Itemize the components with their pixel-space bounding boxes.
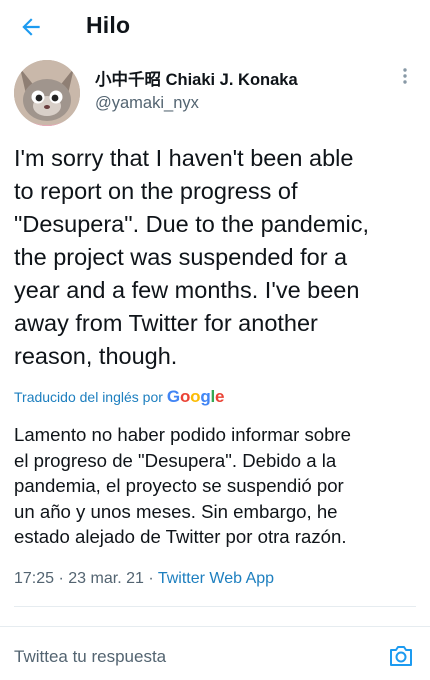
author-name[interactable]: 小中千昭 Chiaki J. Konaka <box>95 66 298 90</box>
tweet-source-link[interactable]: Twitter Web App <box>158 570 274 587</box>
translated-label: Traducido del inglés por <box>14 389 163 405</box>
page-title: Hilo <box>86 12 131 38</box>
meta-separator: · <box>148 570 158 587</box>
tweet-time[interactable]: 17:25 <box>14 570 54 587</box>
tweet-text: I'm sorry that I haven't been able to re… <box>14 145 370 369</box>
divider <box>0 626 430 627</box>
tweet-date[interactable]: 23 mar. 21 <box>68 570 144 587</box>
avatar-image <box>14 60 80 126</box>
tweet-metadata: 17:25 · 23 mar. 21 · Twitter Web App <box>14 570 274 588</box>
translation-attribution: Traducido del inglés por Google <box>14 386 225 408</box>
meta-separator: · <box>58 570 69 587</box>
arrow-left-icon[interactable] <box>18 14 44 40</box>
tweet-translation: Lamento no haber podido informar sobre e… <box>14 424 351 547</box>
divider <box>14 606 416 607</box>
google-logo[interactable]: Google <box>167 387 225 407</box>
more-options-icon[interactable] <box>398 66 412 86</box>
top-bar: Hilo <box>0 0 430 54</box>
author-handle[interactable]: @yamaki_nyx <box>95 94 199 113</box>
camera-icon[interactable] <box>388 644 414 668</box>
reply-input[interactable]: Twittea tu respuesta <box>14 647 166 667</box>
avatar[interactable] <box>14 60 80 126</box>
